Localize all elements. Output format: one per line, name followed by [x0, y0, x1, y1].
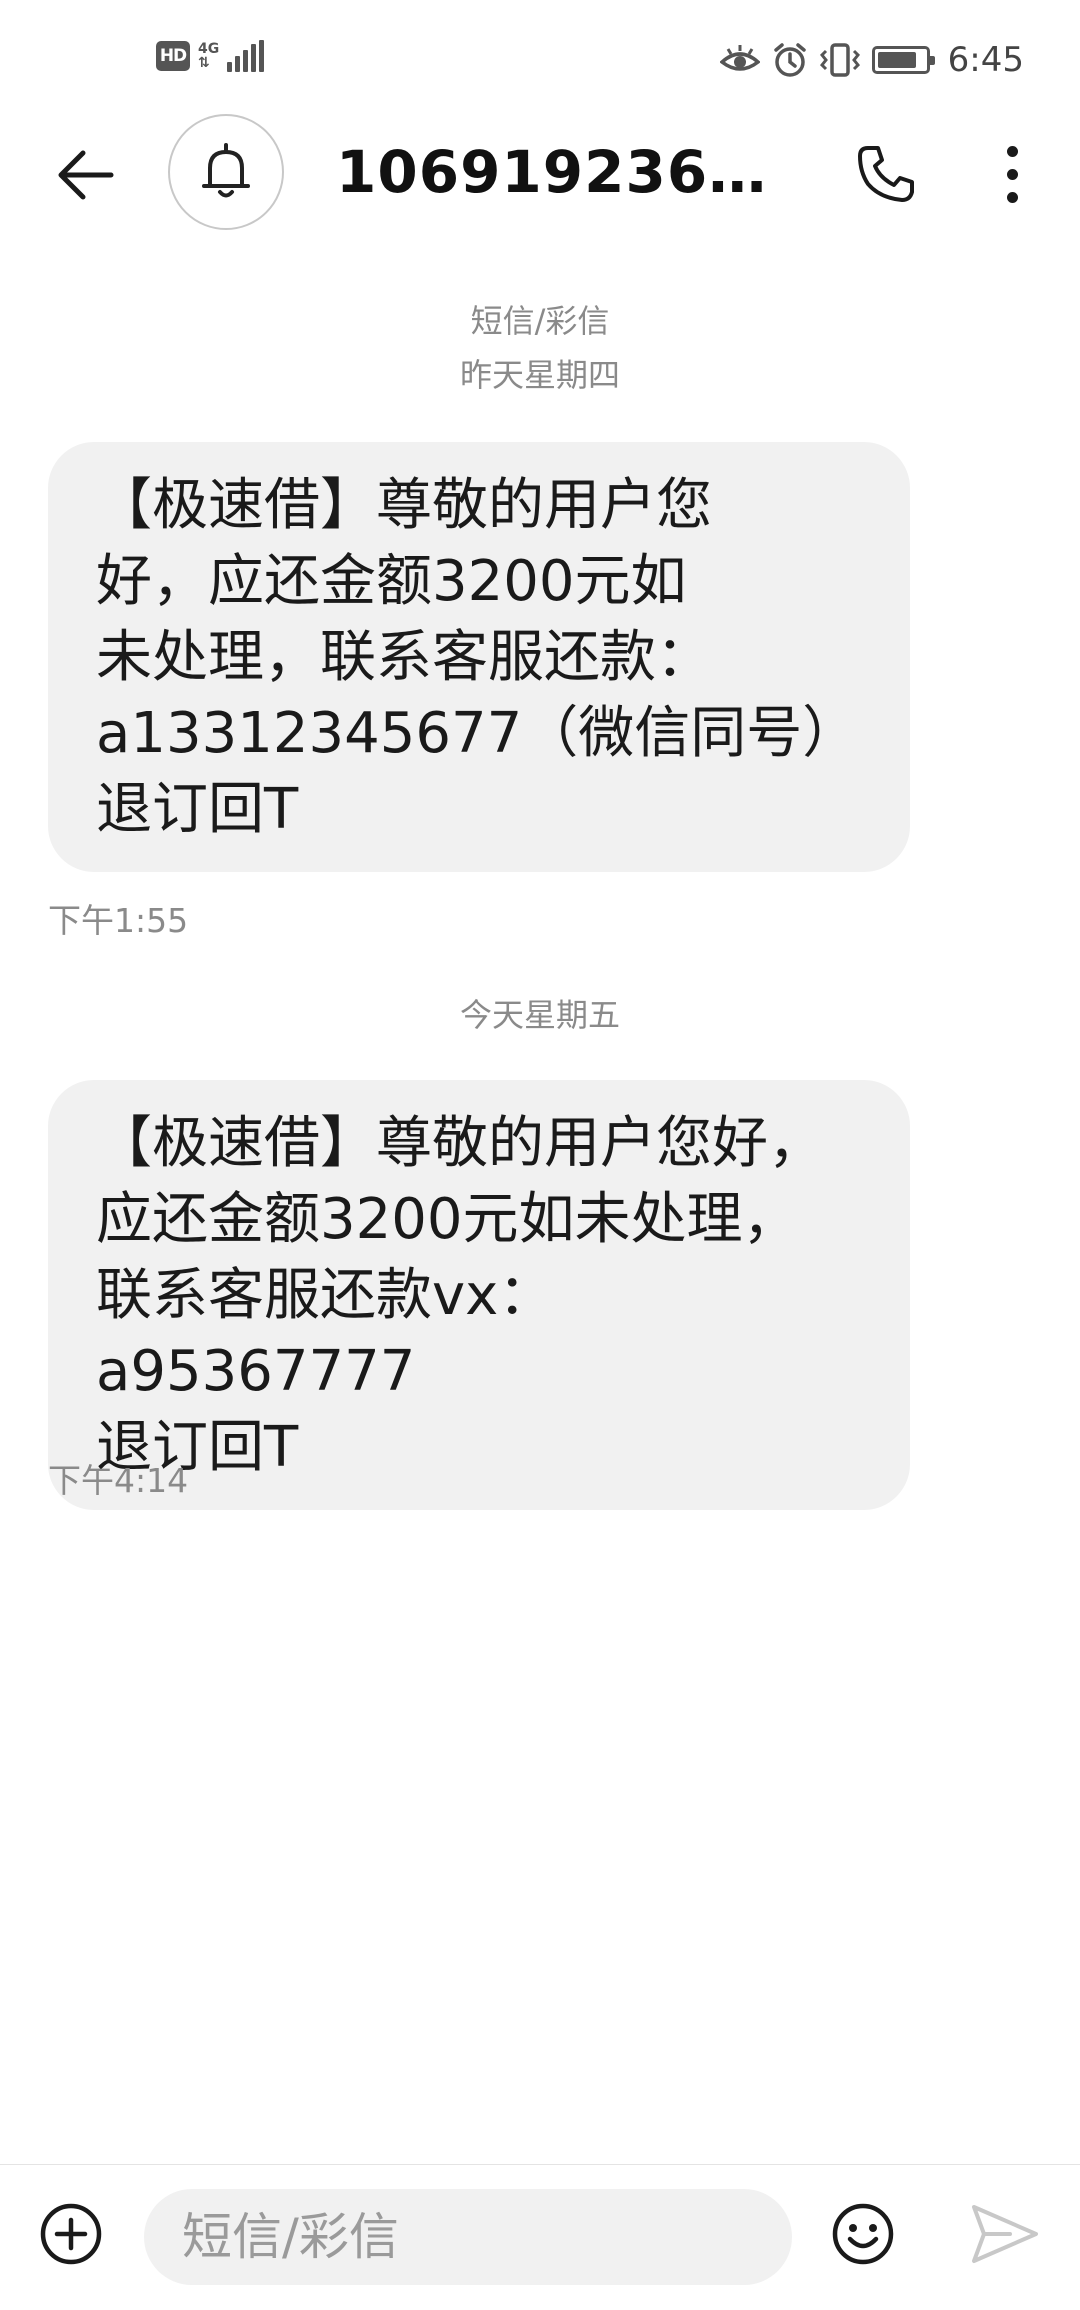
battery-icon: [871, 46, 935, 74]
network-type-label: 4G: [198, 41, 220, 57]
contact-name[interactable]: 106919236217...: [336, 138, 806, 206]
message-bubble[interactable]: 【极速借】尊敬的用户您 好，应还金额3200元如 未处理，联系客服还款： a13…: [48, 442, 910, 872]
compose-bar: [0, 2164, 1080, 2310]
emoji-button[interactable]: [830, 2201, 896, 2267]
message-time: 下午4:14: [48, 1461, 189, 1500]
date-separator: 昨天星期四: [459, 356, 620, 394]
status-time: 6:45: [947, 40, 1024, 80]
attach-button[interactable]: [38, 2201, 104, 2267]
status-bar: HD 4G ⇅ 6:45: [0, 0, 1080, 126]
more-options-button[interactable]: [988, 138, 1036, 210]
network-activity-icon: ⇅: [198, 55, 210, 71]
status-left: HD 4G ⇅: [156, 40, 265, 72]
signal-strength-icon: [227, 40, 265, 72]
alarm-icon: [773, 43, 806, 77]
hd-badge: HD: [156, 41, 190, 71]
send-button[interactable]: [970, 2203, 1040, 2265]
bell-icon: [202, 143, 250, 198]
back-button[interactable]: [50, 140, 120, 210]
eye-comfort-icon: [719, 45, 760, 71]
conversation-type-label: 短信/彩信: [470, 302, 610, 340]
message-input[interactable]: [144, 2189, 792, 2285]
conversation-header: 106919236217...: [0, 110, 1080, 240]
phone-icon: [858, 146, 914, 202]
network-type: 4G ⇅: [198, 42, 219, 70]
message-bubble[interactable]: 【极速借】尊敬的用户您好， 应还金额3200元如未处理， 联系客服还款vx：a9…: [48, 1080, 910, 1510]
vibrate-icon: [819, 43, 860, 77]
add-circle-icon: [40, 2203, 102, 2265]
emoji-icon: [832, 2203, 894, 2265]
battery-level: [877, 52, 916, 68]
contact-avatar[interactable]: [168, 114, 284, 230]
send-icon: [972, 2205, 1038, 2263]
message-time: 下午1:55: [48, 901, 189, 940]
more-vertical-icon: [1006, 145, 1018, 157]
date-separator: 今天星期五: [459, 996, 620, 1034]
call-button[interactable]: [850, 138, 922, 210]
back-arrow-icon: [58, 150, 114, 200]
status-right: 6:45: [719, 40, 1024, 80]
